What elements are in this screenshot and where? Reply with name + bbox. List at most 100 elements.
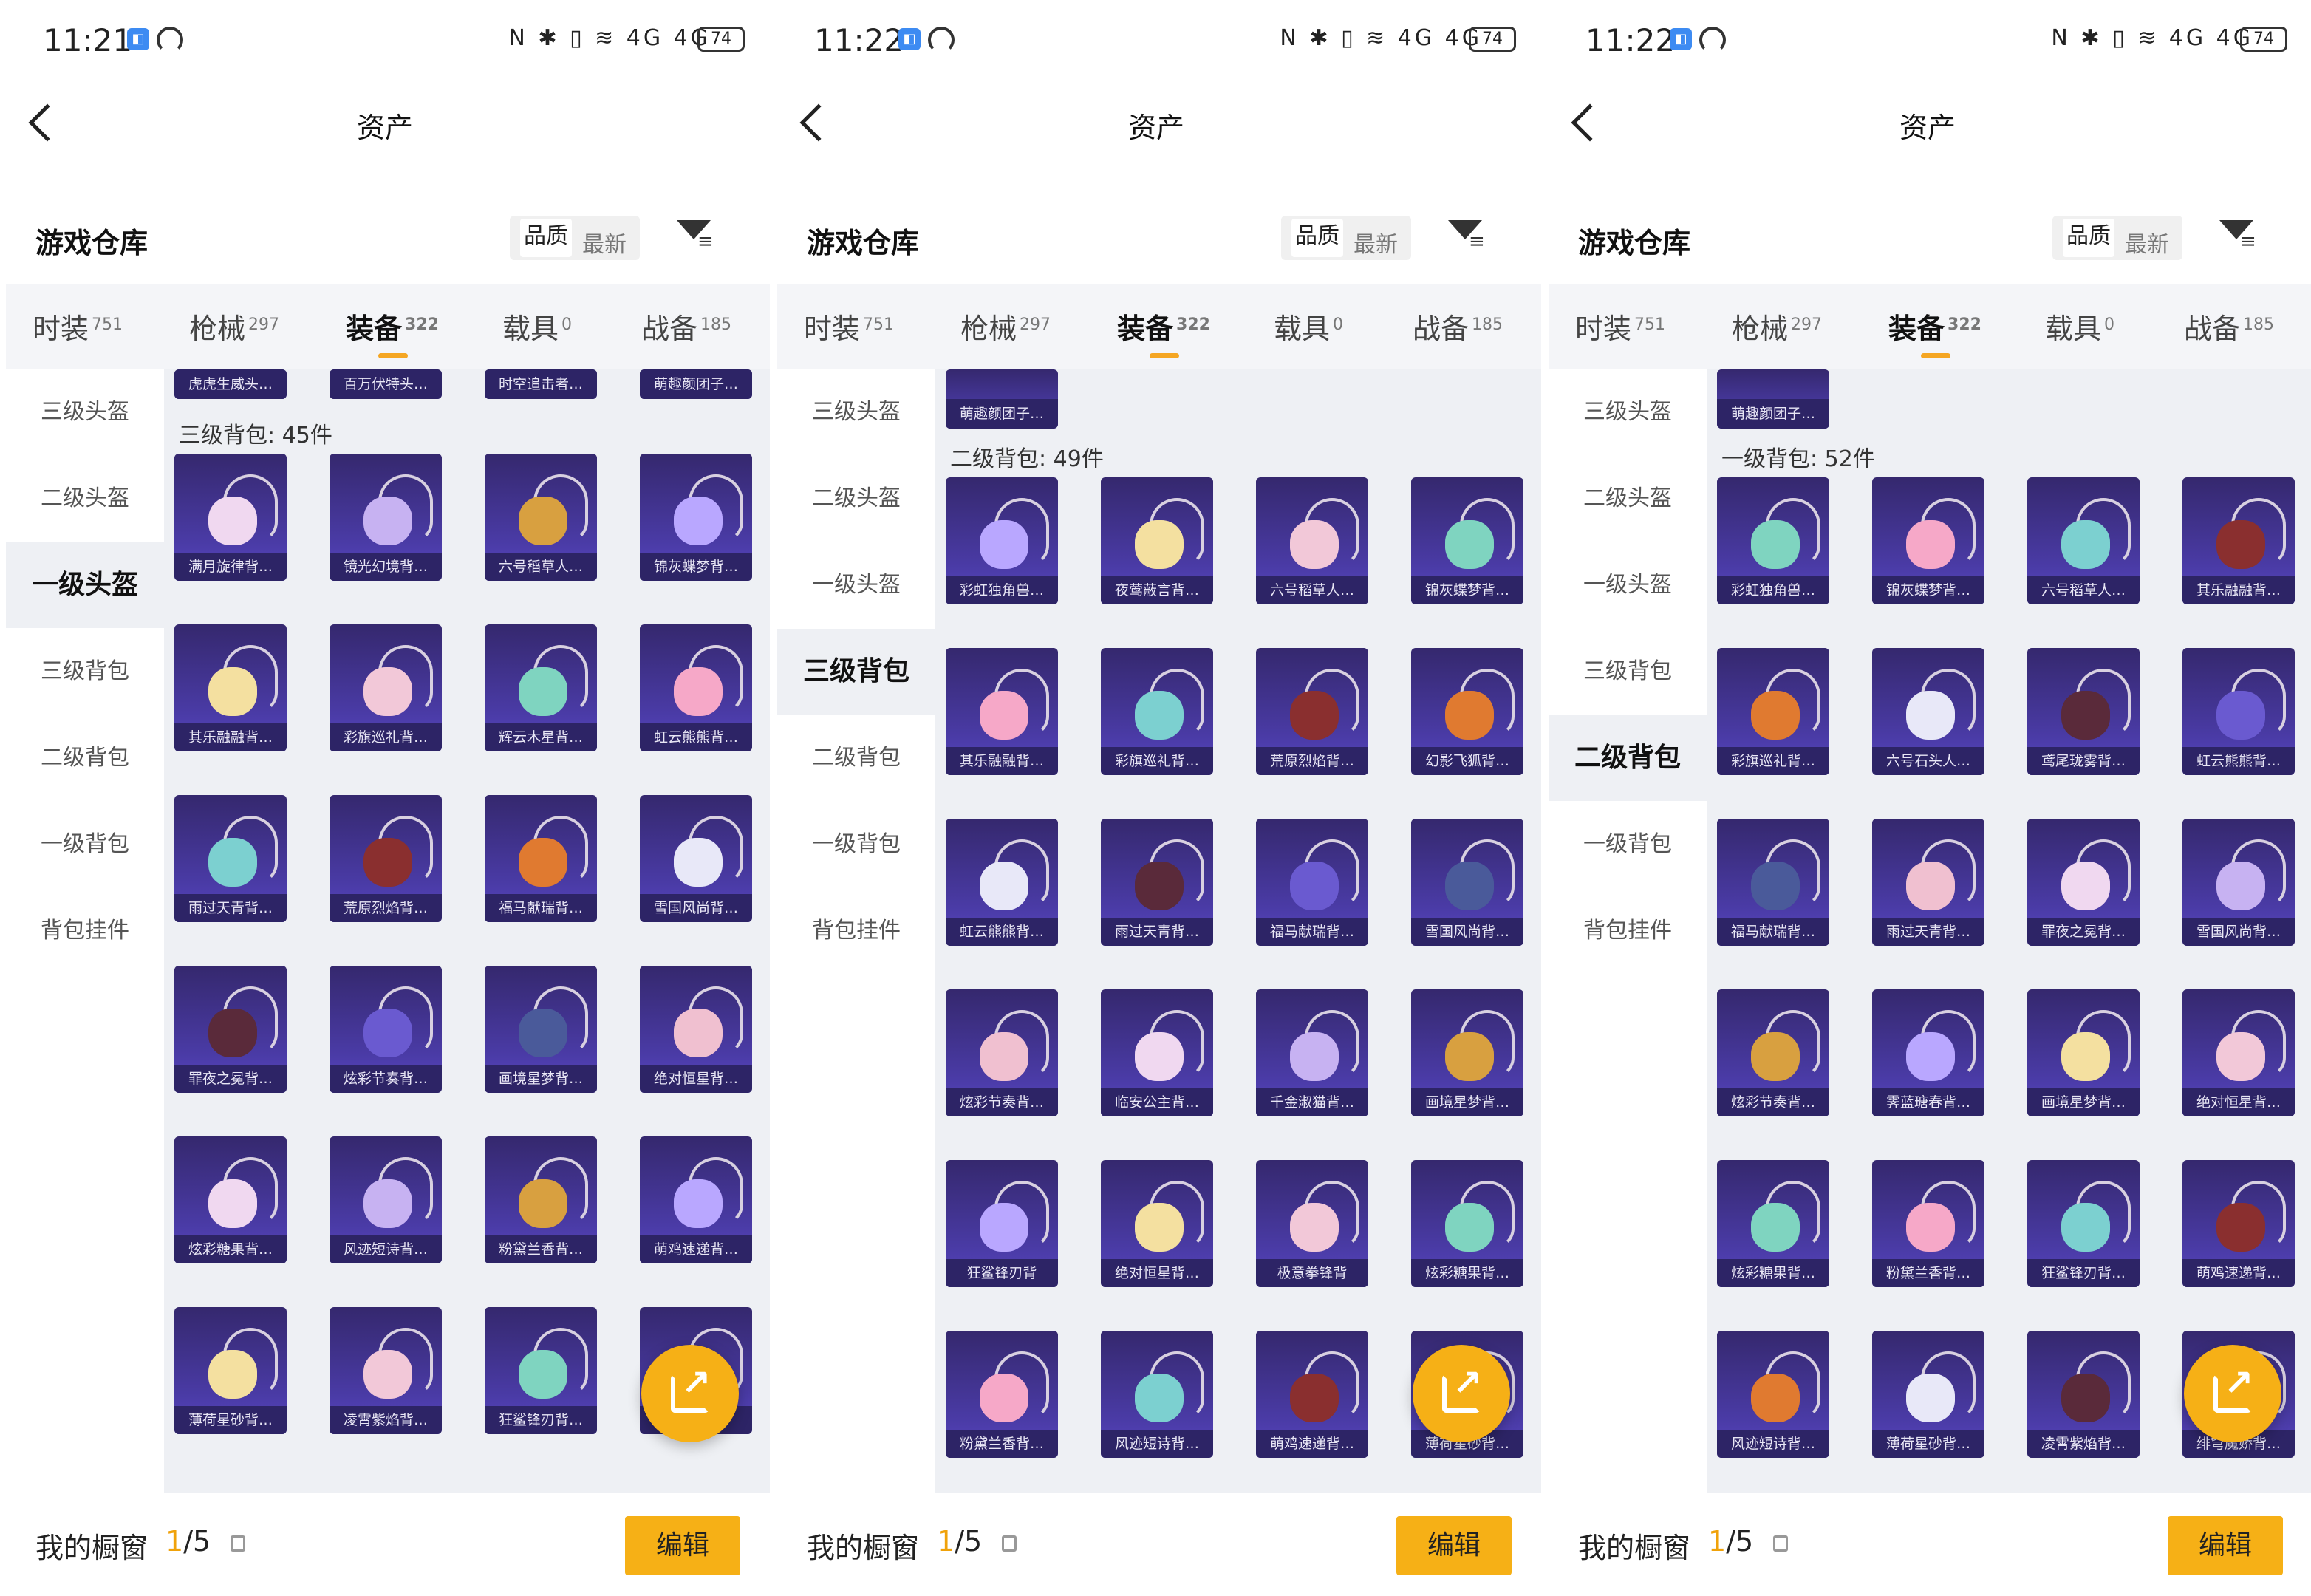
item-card[interactable]: 萌鸡速递背… bbox=[640, 1136, 752, 1264]
item-card[interactable]: 萌鸡速递背… bbox=[1256, 1331, 1368, 1458]
sidebar-item[interactable]: 二级背包 bbox=[1549, 715, 1707, 801]
item-card[interactable]: 薄荷星砂背… bbox=[174, 1307, 287, 1434]
item-card[interactable]: 彩旗巡礼背… bbox=[1717, 648, 1829, 775]
sidebar-item[interactable]: 三级背包 bbox=[1549, 629, 1707, 715]
item-card[interactable]: 雨过天青背… bbox=[1872, 819, 1984, 946]
sort-quality-button[interactable]: 品质 bbox=[1291, 219, 1343, 257]
item-card[interactable]: 六号石头人… bbox=[1872, 648, 1984, 775]
item-card[interactable]: 荒原烈焰背… bbox=[1256, 648, 1368, 775]
sidebar-item[interactable]: 背包挂件 bbox=[777, 888, 935, 974]
item-card[interactable]: 炫彩节奏背… bbox=[1717, 989, 1829, 1116]
item-card[interactable]: 六号稻草人… bbox=[2027, 477, 2140, 604]
item-card[interactable]: 凌霄紫焰背… bbox=[2027, 1331, 2140, 1458]
item-card[interactable]: 风迹短诗背… bbox=[1717, 1331, 1829, 1458]
tab-3[interactable]: 载具 0 bbox=[502, 306, 572, 347]
sidebar-item[interactable]: 一级头盔 bbox=[1549, 542, 1707, 628]
item-card[interactable]: 虹云熊熊背… bbox=[640, 624, 752, 751]
item-card[interactable]: 虹云熊熊背… bbox=[946, 819, 1058, 946]
item-card[interactable]: 辉云木星背… bbox=[485, 624, 597, 751]
sidebar-item[interactable]: 三级头盔 bbox=[777, 369, 935, 455]
edit-button[interactable]: 编辑 bbox=[1396, 1516, 1512, 1575]
item-card[interactable]: 夜莺蔽言背… bbox=[1101, 477, 1213, 604]
share-export-button[interactable]: ↗ bbox=[641, 1345, 739, 1442]
edit-button[interactable]: 编辑 bbox=[2168, 1516, 2283, 1575]
sidebar-item[interactable]: 一级背包 bbox=[777, 802, 935, 887]
sort-toggle[interactable]: 品质 最新 bbox=[2052, 216, 2182, 260]
sidebar-item[interactable]: 二级头盔 bbox=[6, 456, 164, 542]
item-card[interactable]: 锦灰蝶梦背… bbox=[1411, 477, 1523, 604]
item-card[interactable]: 炫彩节奏背… bbox=[946, 989, 1058, 1116]
item-card[interactable]: 福马献瑞背… bbox=[1717, 819, 1829, 946]
item-card[interactable]: 福马献瑞背… bbox=[1256, 819, 1368, 946]
item-card[interactable]: 炫彩糖果背… bbox=[1411, 1160, 1523, 1287]
item-card[interactable]: 粉黛兰香背… bbox=[1872, 1160, 1984, 1287]
sort-quality-button[interactable]: 品质 bbox=[2063, 219, 2114, 257]
sort-latest-button[interactable]: 最新 bbox=[2125, 226, 2169, 259]
item-card[interactable]: 雪国风尚背… bbox=[2182, 819, 2295, 946]
item-card[interactable]: 萌趣颜团子… bbox=[946, 369, 1058, 429]
item-card[interactable]: 其乐融融背… bbox=[2182, 477, 2295, 604]
sidebar-item[interactable]: 一级头盔 bbox=[6, 542, 164, 628]
item-card[interactable]: 其乐融融背… bbox=[174, 624, 287, 751]
item-card[interactable]: 凌霄紫焰背… bbox=[330, 1307, 442, 1434]
sidebar-item[interactable]: 一级头盔 bbox=[777, 542, 935, 628]
item-card[interactable]: 满月旋律背… bbox=[174, 454, 287, 581]
edit-button[interactable]: 编辑 bbox=[625, 1516, 740, 1575]
item-card[interactable]: 画境星梦背… bbox=[1411, 989, 1523, 1116]
tab-1[interactable]: 枪械 297 bbox=[960, 306, 1051, 347]
item-card[interactable]: 萌鸡速递背… bbox=[2182, 1160, 2295, 1287]
item-card[interactable]: 雨过天青背… bbox=[1101, 819, 1213, 946]
tab-0[interactable]: 时装 751 bbox=[804, 306, 894, 347]
sidebar-item[interactable]: 二级头盔 bbox=[777, 456, 935, 542]
item-card[interactable]: 其乐融融背… bbox=[946, 648, 1058, 775]
share-export-button[interactable]: ↗ bbox=[2184, 1345, 2281, 1442]
sidebar-item[interactable]: 二级背包 bbox=[777, 715, 935, 801]
item-card[interactable]: 极意拳锋背 bbox=[1256, 1160, 1368, 1287]
tab-4[interactable]: 战备 185 bbox=[2184, 306, 2274, 347]
share-export-button[interactable]: ↗ bbox=[1413, 1345, 1510, 1442]
item-card[interactable]: 薄荷星砂背… bbox=[1872, 1331, 1984, 1458]
item-card[interactable]: 彩旗巡礼背… bbox=[330, 624, 442, 751]
item-card[interactable]: 风迹短诗背… bbox=[1101, 1331, 1213, 1458]
sort-toggle[interactable]: 品质 最新 bbox=[1281, 216, 1411, 260]
sort-toggle[interactable]: 品质 最新 bbox=[510, 216, 640, 260]
item-card[interactable]: 彩旗巡礼背… bbox=[1101, 648, 1213, 775]
sidebar-item[interactable]: 三级头盔 bbox=[1549, 369, 1707, 455]
tab-4[interactable]: 战备 185 bbox=[641, 306, 731, 347]
item-card[interactable]: 彩虹独角兽… bbox=[946, 477, 1058, 604]
sidebar-item[interactable]: 一级背包 bbox=[1549, 802, 1707, 887]
item-card[interactable]: 彩虹独角兽… bbox=[1717, 477, 1829, 604]
item-card[interactable]: 粉黛兰香背… bbox=[946, 1331, 1058, 1458]
item-card[interactable]: 六号稻草人… bbox=[485, 454, 597, 581]
item-card[interactable]: 炫彩糖果背… bbox=[174, 1136, 287, 1264]
item-card[interactable]: 罪夜之冕背… bbox=[174, 966, 287, 1093]
item-card[interactable]: 幻影飞狐背… bbox=[1411, 648, 1523, 775]
tab-3[interactable]: 载具 0 bbox=[2045, 306, 2114, 347]
item-card[interactable]: 狂鲨锋刃背… bbox=[2027, 1160, 2140, 1287]
item-card[interactable]: 锦灰蝶梦背… bbox=[1872, 477, 1984, 604]
item-card[interactable]: 画境星梦背… bbox=[485, 966, 597, 1093]
item-card[interactable]: 雪国风尚背… bbox=[1411, 819, 1523, 946]
item-card[interactable]: 雨过天青背… bbox=[174, 795, 287, 922]
sort-quality-button[interactable]: 品质 bbox=[520, 219, 572, 257]
item-card[interactable]: 萌趣颜团子… bbox=[1717, 369, 1829, 429]
item-card[interactable]: 百万伏特头… bbox=[330, 369, 442, 399]
item-card[interactable]: 时空追击者… bbox=[485, 369, 597, 399]
item-card[interactable]: 虎虎生威头… bbox=[174, 369, 287, 399]
sort-latest-button[interactable]: 最新 bbox=[582, 226, 627, 259]
item-card[interactable]: 虹云熊熊背… bbox=[2182, 648, 2295, 775]
item-card[interactable]: 临安公主背… bbox=[1101, 989, 1213, 1116]
sidebar-item[interactable]: 二级背包 bbox=[6, 715, 164, 801]
item-card[interactable]: 绝对恒星背… bbox=[2182, 989, 2295, 1116]
tab-3[interactable]: 载具 0 bbox=[1274, 306, 1343, 347]
item-card[interactable]: 雪国风尚背… bbox=[640, 795, 752, 922]
sidebar-item[interactable]: 二级头盔 bbox=[1549, 456, 1707, 542]
item-card[interactable]: 炫彩节奏背… bbox=[330, 966, 442, 1093]
sidebar-item[interactable]: 背包挂件 bbox=[1549, 888, 1707, 974]
item-card[interactable]: 霁蓝瑭春背… bbox=[1872, 989, 1984, 1116]
sidebar-item[interactable]: 三级背包 bbox=[6, 629, 164, 715]
filter-icon[interactable] bbox=[1448, 220, 1485, 253]
item-card[interactable]: 绝对恒星背… bbox=[1101, 1160, 1213, 1287]
item-card[interactable]: 炫彩糖果背… bbox=[1717, 1160, 1829, 1287]
tab-1[interactable]: 枪械 297 bbox=[1732, 306, 1822, 347]
